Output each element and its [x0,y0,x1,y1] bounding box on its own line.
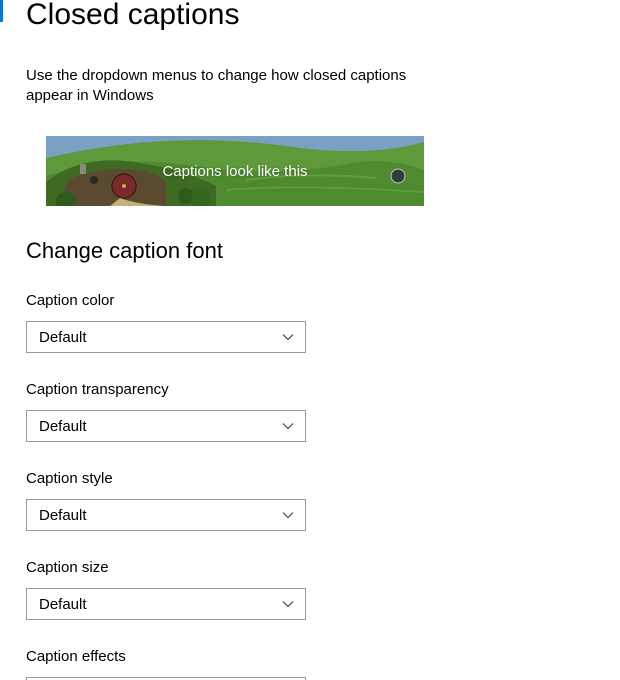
dropdown-value-caption-transparency: Default [39,418,87,435]
label-caption-size: Caption size [26,559,620,576]
dropdown-caption-style[interactable]: Default [26,499,306,531]
preview-caption-text: Captions look like this [162,163,307,180]
dropdown-caption-color[interactable]: Default [26,321,306,353]
dropdown-caption-transparency[interactable]: Default [26,410,306,442]
field-caption-color: Caption color Default [26,292,620,353]
dropdown-value-caption-color: Default [39,329,87,346]
section-title-change-caption-font: Change caption font [26,238,620,264]
label-caption-style: Caption style [26,470,620,487]
caption-preview: Captions look like this [46,136,424,206]
chevron-down-icon [281,330,295,344]
field-caption-size: Caption size Default [26,559,620,620]
label-caption-transparency: Caption transparency [26,381,620,398]
left-accent-bar [0,0,3,22]
page-description: Use the dropdown menus to change how clo… [26,66,456,106]
dropdown-caption-size[interactable]: Default [26,588,306,620]
dropdown-value-caption-size: Default [39,596,87,613]
label-caption-color: Caption color [26,292,620,309]
label-caption-effects: Caption effects [26,648,620,665]
caption-preview-container: Captions look like this [46,136,620,206]
field-caption-transparency: Caption transparency Default [26,381,620,442]
page-title: Closed captions [26,0,620,30]
chevron-down-icon [281,419,295,433]
chevron-down-icon [281,597,295,611]
field-caption-style: Caption style Default [26,470,620,531]
field-caption-effects: Caption effects Default [26,648,620,680]
chevron-down-icon [281,508,295,522]
dropdown-value-caption-style: Default [39,507,87,524]
closed-captions-page: Closed captions Use the dropdown menus t… [0,0,620,680]
